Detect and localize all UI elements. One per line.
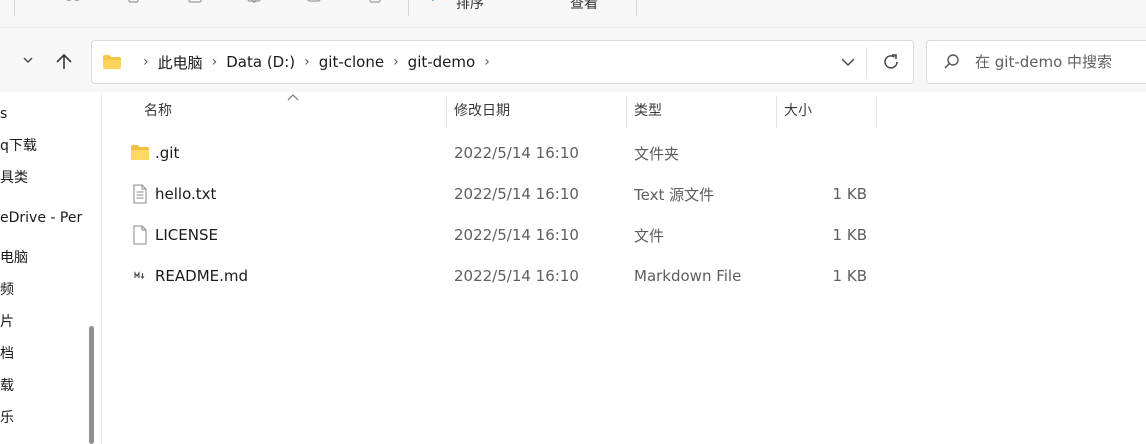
file-list: 名称 修改日期 类型 大小 .git 2022/5/14 16:10 文件夹 h… [104,92,1146,444]
navigation-bar: › 此电脑 › Data (D:) › git-clone › git-demo… [0,28,1146,92]
view-button[interactable]: 查看 [570,0,598,13]
chevron-right-icon[interactable]: › [393,54,399,70]
nav-item-onedrive[interactable]: eDrive - Per [0,208,82,228]
column-divider[interactable] [776,96,777,128]
delete-icon[interactable] [368,0,382,4]
file-size: 1 KB [832,185,867,203]
paste-icon[interactable] [188,0,202,4]
chevron-right-icon[interactable]: › [212,54,218,70]
navigation-pane: s q下载 具类 eDrive - Per 电脑 频 片 档 载 乐 [0,92,102,444]
nav-item[interactable]: 具类 [0,168,28,188]
address-history-button[interactable] [834,41,862,83]
recent-locations-button[interactable] [18,50,38,70]
file-size [784,133,867,173]
file-name: README.md [155,267,249,285]
file-modified: 2022/5/14 16:10 [454,185,579,203]
breadcrumb-item-git-demo[interactable]: git-demo [408,53,476,71]
nav-item-pictures[interactable]: 片 [0,312,14,332]
chevron-right-icon[interactable]: › [304,54,310,70]
blank-file-icon [133,225,147,245]
folder-icon [102,54,122,70]
chevron-right-icon[interactable]: › [484,54,490,70]
column-header-name[interactable]: 名称 [144,92,444,128]
file-name: hello.txt [155,185,217,203]
chevron-down-icon [841,58,855,66]
column-header-size[interactable]: 大小 [784,92,874,128]
cut-icon[interactable] [66,0,80,4]
file-modified: 2022/5/14 16:10 [454,226,579,244]
search-box[interactable] [926,40,1146,84]
folder-icon [131,145,149,160]
file-modified: 2022/5/14 16:10 [454,267,579,285]
nav-item-downloads[interactable]: 载 [0,376,14,396]
breadcrumb-item-this-pc[interactable]: 此电脑 [158,52,203,73]
file-explorer-window: 排序 查看 › 此电脑 › Data (D:) › git-clone › gi… [0,0,1146,444]
nav-item-videos[interactable]: 频 [0,280,14,300]
chevron-down-icon [23,57,33,63]
column-header-size-label: 大小 [784,103,812,119]
column-divider[interactable] [446,96,447,128]
column-header-type[interactable]: 类型 [634,92,774,128]
share-icon[interactable] [307,0,321,4]
column-header-type-label: 类型 [634,103,662,119]
address-divider [866,47,867,77]
refresh-icon [884,54,898,69]
column-header-modified-label: 修改日期 [454,103,510,119]
search-input[interactable] [975,41,1146,83]
toolbar-divider [636,0,637,16]
column-header-modified[interactable]: 修改日期 [454,92,624,128]
breadcrumb: › 此电脑 › Data (D:) › git-clone › git-demo… [102,41,499,83]
file-type: Text 源文件 [634,185,715,204]
copy-icon[interactable] [127,0,141,4]
file-type: 文件夹 [634,144,680,163]
sidebar-scrollbar[interactable] [89,326,94,444]
column-header-name-label: 名称 [144,103,172,119]
column-divider[interactable] [876,96,877,128]
nav-item-music[interactable]: 乐 [0,408,14,428]
text-file-icon [133,184,147,204]
file-size: 1 KB [832,226,867,244]
command-bar: 排序 查看 [0,0,1146,28]
file-row[interactable]: hello.txt 2022/5/14 16:10 Text 源文件 1 KB [104,174,1146,214]
sort-button[interactable]: 排序 [456,0,484,13]
view-icon[interactable] [540,0,558,4]
chevron-right-icon: › [143,54,149,70]
file-row[interactable]: README.md 2022/5/14 16:10 Markdown File … [104,256,1146,296]
nav-item-this-pc[interactable]: 电脑 [0,248,28,268]
search-icon [944,54,959,69]
nav-item[interactable]: s [0,104,7,124]
file-modified: 2022/5/14 16:10 [454,144,579,162]
breadcrumb-item-drive[interactable]: Data (D:) [226,53,295,71]
file-row[interactable]: LICENSE 2022/5/14 16:10 文件 1 KB [104,215,1146,255]
rename-icon[interactable] [247,0,261,4]
breadcrumb-item-git-clone[interactable]: git-clone [319,53,384,71]
nav-item-documents[interactable]: 档 [0,344,14,364]
up-button[interactable] [50,48,78,76]
address-bar[interactable]: › 此电脑 › Data (D:) › git-clone › git-demo… [91,40,914,84]
nav-item[interactable]: q下载 [0,136,37,156]
column-divider[interactable] [626,96,627,128]
refresh-button[interactable] [875,41,907,83]
file-name: .git [155,144,180,162]
markdown-file-icon [133,269,147,283]
file-type: Markdown File [634,267,742,285]
arrow-up-icon [56,53,72,69]
file-type: 文件 [634,226,665,245]
file-size: 1 KB [832,267,867,285]
toolbar-divider [408,0,409,16]
sort-icon[interactable] [430,0,444,4]
file-row[interactable]: .git 2022/5/14 16:10 文件夹 [104,133,1146,173]
file-name: LICENSE [155,226,218,244]
toolbar-divider [14,0,15,16]
